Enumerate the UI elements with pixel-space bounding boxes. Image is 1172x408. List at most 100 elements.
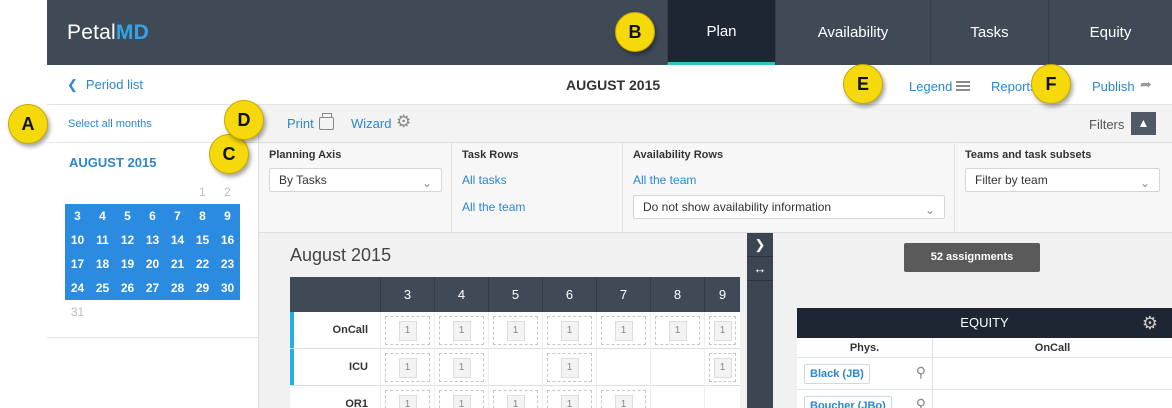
gear-icon[interactable]: ⚙ <box>396 112 411 132</box>
calendar-day[interactable]: 6 <box>140 204 165 228</box>
calendar-day[interactable]: 21 <box>165 252 190 276</box>
wizard-link[interactable]: Wizard <box>351 116 391 131</box>
day-column-header[interactable]: 9 <box>704 277 740 312</box>
calendar-day[interactable]: 4 <box>90 204 115 228</box>
calendar-day[interactable]: 7 <box>165 204 190 228</box>
assignment-cell[interactable]: 1 <box>434 386 488 408</box>
required-count: 1 <box>560 357 579 378</box>
task-row-label[interactable]: OnCall <box>290 312 380 348</box>
menu-lines-icon[interactable] <box>956 81 970 91</box>
availability-team-link[interactable]: All the team <box>633 173 696 187</box>
assignments-count-button[interactable]: 52 assignments <box>904 243 1040 272</box>
assignment-cell[interactable]: 1 <box>650 312 704 349</box>
assignment-cell[interactable]: 1 <box>434 349 488 386</box>
planning-axis-select[interactable]: By Tasks ⌄ <box>269 168 442 192</box>
calendar-title[interactable]: AUGUST 2015 <box>69 155 156 170</box>
chevron-right-icon[interactable]: ❯ <box>747 233 773 257</box>
calendar-day[interactable]: 18 <box>90 252 115 276</box>
required-count: 1 <box>398 394 417 408</box>
assignment-cell[interactable]: 1 <box>380 349 434 386</box>
period-list-link[interactable]: ❮ Period list <box>67 77 143 93</box>
assignment-cell[interactable]: 1 <box>596 386 650 408</box>
calendar-day[interactable]: 29 <box>190 276 215 300</box>
assignment-cell[interactable]: 1 <box>380 312 434 349</box>
task-row-label[interactable]: OR1 <box>290 386 380 408</box>
calendar-day[interactable]: 5 <box>115 204 140 228</box>
calendar-day[interactable]: 1 <box>190 180 215 204</box>
reports-link[interactable]: Reports <box>991 79 1037 94</box>
day-column-header[interactable]: 3 <box>380 277 434 312</box>
printer-icon[interactable] <box>319 113 334 130</box>
day-column-header[interactable]: 5 <box>488 277 542 312</box>
calendar-day[interactable]: 26 <box>115 276 140 300</box>
assignment-cell[interactable]: 1 <box>704 349 740 386</box>
calendar-day[interactable]: 22 <box>190 252 215 276</box>
nav-tab-equity[interactable]: Equity <box>1048 0 1172 65</box>
calendar-day[interactable]: 11 <box>90 228 115 252</box>
day-column-header[interactable]: 4 <box>434 277 488 312</box>
search-icon[interactable]: ⚲ <box>916 364 926 381</box>
calendar-day[interactable]: 13 <box>140 228 165 252</box>
calendar-day[interactable]: 12 <box>115 228 140 252</box>
calendar-week: 17 18 19 20 21 22 23 <box>65 252 240 276</box>
share-arrow-icon[interactable]: ➦ <box>1140 76 1152 93</box>
all-tasks-link[interactable]: All tasks <box>462 173 507 187</box>
legend-link[interactable]: Legend <box>909 79 952 94</box>
assignment-cell[interactable]: 1 <box>542 386 596 408</box>
calendar-day[interactable]: 8 <box>190 204 215 228</box>
publish-link[interactable]: Publish <box>1092 79 1135 94</box>
assignment-cell[interactable]: 1 <box>596 312 650 349</box>
calendar-day[interactable]: 31 <box>65 300 90 324</box>
assignment-cell[interactable]: 1 <box>488 386 542 408</box>
calendar-day[interactable]: 25 <box>90 276 115 300</box>
assignment-cell[interactable]: 1 <box>488 312 542 349</box>
app-logo[interactable]: PetalMD <box>67 21 149 45</box>
team-filter-select[interactable]: Filter by team ⌄ <box>965 168 1160 192</box>
assignment-cell[interactable]: 1 <box>380 386 434 408</box>
planning-axis-filter: Planning Axis By Tasks ⌄ <box>259 143 452 233</box>
resize-horizontal-icon[interactable]: ↔ <box>747 257 773 281</box>
chevron-down-icon: ⌄ <box>421 176 432 190</box>
nav-tab-plan[interactable]: Plan <box>667 0 775 65</box>
physician-tag[interactable]: Black (JB) <box>804 364 870 384</box>
assignment-cell[interactable] <box>704 386 740 408</box>
assignment-cell[interactable] <box>488 349 542 386</box>
calendar-day[interactable]: 23 <box>215 252 240 276</box>
task-row-label[interactable]: ICU <box>290 349 380 385</box>
calendar-day[interactable]: 15 <box>190 228 215 252</box>
calendar-day[interactable]: 20 <box>140 252 165 276</box>
calendar-day[interactable]: 10 <box>65 228 90 252</box>
filters-toggle-button[interactable]: ▲ <box>1131 112 1156 135</box>
required-count: 1 <box>506 320 525 341</box>
availability-info-select[interactable]: Do not show availability information ⌄ <box>633 195 945 219</box>
day-column-header[interactable]: 6 <box>542 277 596 312</box>
calendar-day[interactable]: 27 <box>140 276 165 300</box>
assignment-cell[interactable]: 1 <box>542 349 596 386</box>
gear-icon[interactable]: ⚙ <box>1142 308 1158 338</box>
select-all-months-link[interactable]: Select all months <box>68 118 152 130</box>
calendar-day[interactable]: 28 <box>165 276 190 300</box>
nav-tab-tasks[interactable]: Tasks <box>930 0 1048 65</box>
search-icon[interactable]: ⚲ <box>916 396 926 408</box>
all-the-team-link[interactable]: All the team <box>462 200 525 214</box>
calendar-day[interactable]: 17 <box>65 252 90 276</box>
day-column-header[interactable]: 8 <box>650 277 704 312</box>
calendar-day[interactable]: 19 <box>115 252 140 276</box>
physician-tag[interactable]: Boucher (JBo) <box>804 396 892 408</box>
assignment-cell[interactable] <box>650 349 704 386</box>
assignment-cell[interactable]: 1 <box>434 312 488 349</box>
assignment-cell[interactable]: 1 <box>704 312 740 349</box>
calendar-day[interactable]: 14 <box>165 228 190 252</box>
calendar-day[interactable]: 30 <box>215 276 240 300</box>
calendar-day[interactable]: 2 <box>215 180 240 204</box>
assignment-cell[interactable] <box>596 349 650 386</box>
calendar-day[interactable]: 16 <box>215 228 240 252</box>
print-link[interactable]: Print <box>287 116 314 131</box>
calendar-day[interactable]: 9 <box>215 204 240 228</box>
assignment-cell[interactable] <box>650 386 704 408</box>
calendar-day[interactable]: 3 <box>65 204 90 228</box>
day-column-header[interactable]: 7 <box>596 277 650 312</box>
nav-tab-availability[interactable]: Availability <box>775 0 930 65</box>
calendar-day[interactable]: 24 <box>65 276 90 300</box>
assignment-cell[interactable]: 1 <box>542 312 596 349</box>
